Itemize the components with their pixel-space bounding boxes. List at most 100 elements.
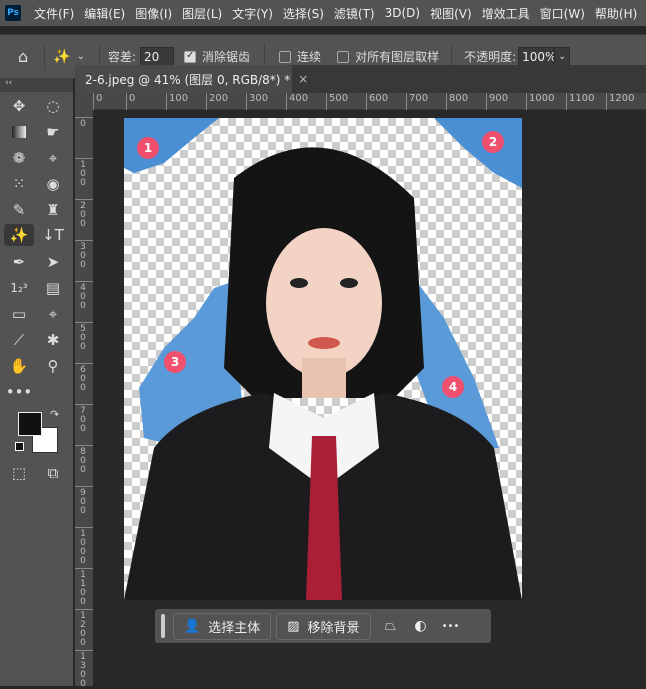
ruler-tick-label: 1000: [526, 93, 554, 110]
chevron-down-icon[interactable]: ⌄: [77, 51, 85, 62]
menu-plugins[interactable]: 增效工具: [477, 5, 535, 22]
ruler-tick-label: 1300: [75, 650, 93, 689]
opacity-label: 不透明度:: [464, 50, 517, 64]
ruler-tick-label: 600: [366, 93, 388, 110]
ruler-tick-label: 1200: [606, 93, 634, 110]
stamp-tool-icon[interactable]: ♜: [40, 199, 66, 221]
ruler-tick-label: 0: [126, 93, 135, 110]
ruler-tick-label: 300: [246, 93, 268, 110]
ruler-tick-label: 500: [75, 322, 93, 352]
tools-panel: ‹‹ ✥ ◌ ☛ ❁ ⌖ ⁙ ◉ ✎ ♜ ✨ ↓T ✒ ➤ 1₂³ ▤ ▭ ⌖ …: [0, 78, 73, 686]
magic-eraser-icon[interactable]: ✨: [4, 224, 34, 246]
ruler-tick-label: 800: [446, 93, 468, 110]
remove-background-label: 移除背景: [307, 620, 360, 636]
eyedropper-icon[interactable]: ⟋: [6, 329, 32, 351]
document-tab[interactable]: 2-6.jpeg @ 41% (图层 0, RGB/8*) * ×: [75, 65, 308, 93]
select-subject-button[interactable]: 👤 选择主体: [173, 612, 272, 640]
smudge-tool-icon[interactable]: ☛: [40, 121, 66, 143]
quick-selection-icon[interactable]: ⁙: [6, 173, 32, 195]
hand-tool-icon[interactable]: ✋: [6, 355, 32, 377]
vertical-type-icon[interactable]: ↓T: [40, 224, 66, 246]
more-options-icon[interactable]: •••: [436, 621, 466, 632]
antialias-checkbox[interactable]: [184, 50, 197, 63]
menu-3d[interactable]: 3D(D): [380, 6, 425, 20]
menu-type[interactable]: 文字(Y): [227, 5, 278, 22]
magic-eraser-tool-icon[interactable]: ✨: [53, 49, 70, 65]
photoshop-logo: Ps: [5, 5, 21, 21]
ruler-tick-label: 700: [75, 404, 93, 434]
menu-help[interactable]: 帮助(H): [590, 5, 642, 22]
tolerance-input[interactable]: 20: [140, 46, 175, 67]
ruler-tick-label: 0: [75, 117, 93, 129]
marker-1: 1: [137, 137, 159, 159]
count-tool-icon[interactable]: 1₂³: [6, 277, 32, 299]
marker-3: 3: [164, 351, 186, 373]
ruler-tick-label: 900: [75, 486, 93, 516]
menu-layer[interactable]: 图层(L): [177, 5, 227, 22]
opacity-dropdown[interactable]: ⌄: [554, 46, 571, 67]
vertical-ruler[interactable]: 0 100 200 300 400 500 600 700 800 900 1000 1100 1200…: [75, 110, 93, 689]
ruler-tick-label: 1200: [75, 609, 93, 648]
menu-window[interactable]: 窗口(W): [535, 5, 590, 22]
ruler-tick-label: 900: [486, 93, 508, 110]
ruler-tool-icon[interactable]: ▭: [6, 303, 32, 325]
ruler-tick-label: 1100: [566, 93, 594, 110]
ruler-corner: [75, 93, 93, 110]
puppet-warp-icon[interactable]: ✱: [40, 329, 66, 351]
document-tab-title: 2-6.jpeg @ 41% (图层 0, RGB/8*) *: [85, 72, 291, 87]
sponge-tool-icon[interactable]: ❁: [6, 147, 32, 169]
gradient-tool-icon[interactable]: [6, 121, 32, 143]
ruler-tick-label: 500: [326, 93, 348, 110]
taskbar-drag-handle[interactable]: [161, 614, 165, 638]
note-tool-icon[interactable]: ▤: [40, 277, 66, 299]
marker-2: 2: [482, 131, 504, 153]
menu-image[interactable]: 图像(I): [130, 5, 177, 22]
ruler-tick-label: 100: [75, 158, 93, 188]
antialias-label: 消除锯齿: [202, 50, 251, 64]
contiguous-checkbox[interactable]: [279, 50, 292, 63]
menu-select[interactable]: 选择(S): [278, 5, 329, 22]
person-icon: 👤: [184, 618, 201, 634]
ruler-tick-label: 400: [286, 93, 308, 110]
pen-tool-icon[interactable]: ✒: [6, 251, 32, 273]
menu-view[interactable]: 视图(V): [425, 5, 477, 22]
opacity-input[interactable]: 100%: [518, 46, 556, 67]
adjustment-icon[interactable]: ◐: [406, 618, 436, 634]
red-eye-tool-icon[interactable]: ◉: [40, 173, 66, 195]
zoom-tool-icon[interactable]: ⚲: [40, 355, 66, 377]
brush-tool-icon[interactable]: ✎: [6, 199, 32, 221]
ruler-tick-label: 400: [75, 281, 93, 311]
remove-background-button[interactable]: ▨ 移除背景: [276, 612, 371, 640]
menu-edit[interactable]: 编辑(E): [79, 5, 130, 22]
move-tool-icon[interactable]: ✥: [6, 95, 32, 117]
color-sampler-icon[interactable]: ⌖: [40, 303, 66, 325]
lasso-tool-icon[interactable]: ⌖: [40, 147, 66, 169]
image-icon: ▨: [287, 618, 300, 634]
close-tab-icon[interactable]: ×: [298, 72, 308, 86]
menu-filter[interactable]: 滤镜(T): [329, 5, 380, 22]
menu-bar: Ps 文件(F) 编辑(E) 图像(I) 图层(L) 文字(Y) 选择(S) 滤…: [0, 0, 646, 26]
sample-all-layers-checkbox[interactable]: [337, 50, 350, 63]
screen-mode-icon[interactable]: ⧉: [40, 462, 66, 484]
ruler-tick-label: 0: [93, 93, 102, 110]
ruler-tick-label: 800: [75, 445, 93, 475]
document-image[interactable]: 1 2 3 4: [124, 118, 522, 600]
ruler-tick-label: 1000: [75, 527, 93, 566]
swap-colors-icon[interactable]: ↷: [50, 408, 59, 421]
quick-mask-icon[interactable]: ⬚: [6, 462, 32, 484]
marker-4: 4: [442, 376, 464, 398]
foreground-color-swatch[interactable]: [18, 412, 42, 436]
collapse-toolbar-button[interactable]: ‹‹: [0, 78, 73, 92]
default-colors-icon[interactable]: [15, 442, 24, 451]
transform-icon[interactable]: ⏢: [376, 618, 406, 634]
ruler-tick-label: 200: [206, 93, 228, 110]
more-tools-icon[interactable]: •••: [6, 381, 33, 403]
horizontal-ruler[interactable]: 0 0 100 200 300 400 500 600 700 800 900 1000 1100 120…: [93, 93, 646, 110]
ellipse-marquee-icon[interactable]: ◌: [40, 95, 66, 117]
ruler-tick-label: 300: [75, 240, 93, 270]
ruler-tick-label: 1100: [75, 568, 93, 607]
contextual-task-bar: 👤 选择主体 ▨ 移除背景 ⏢ ◐ •••: [155, 609, 491, 643]
menu-file[interactable]: 文件(F): [29, 5, 79, 22]
path-selection-icon[interactable]: ➤: [40, 251, 66, 273]
home-icon[interactable]: ⌂: [18, 47, 28, 66]
